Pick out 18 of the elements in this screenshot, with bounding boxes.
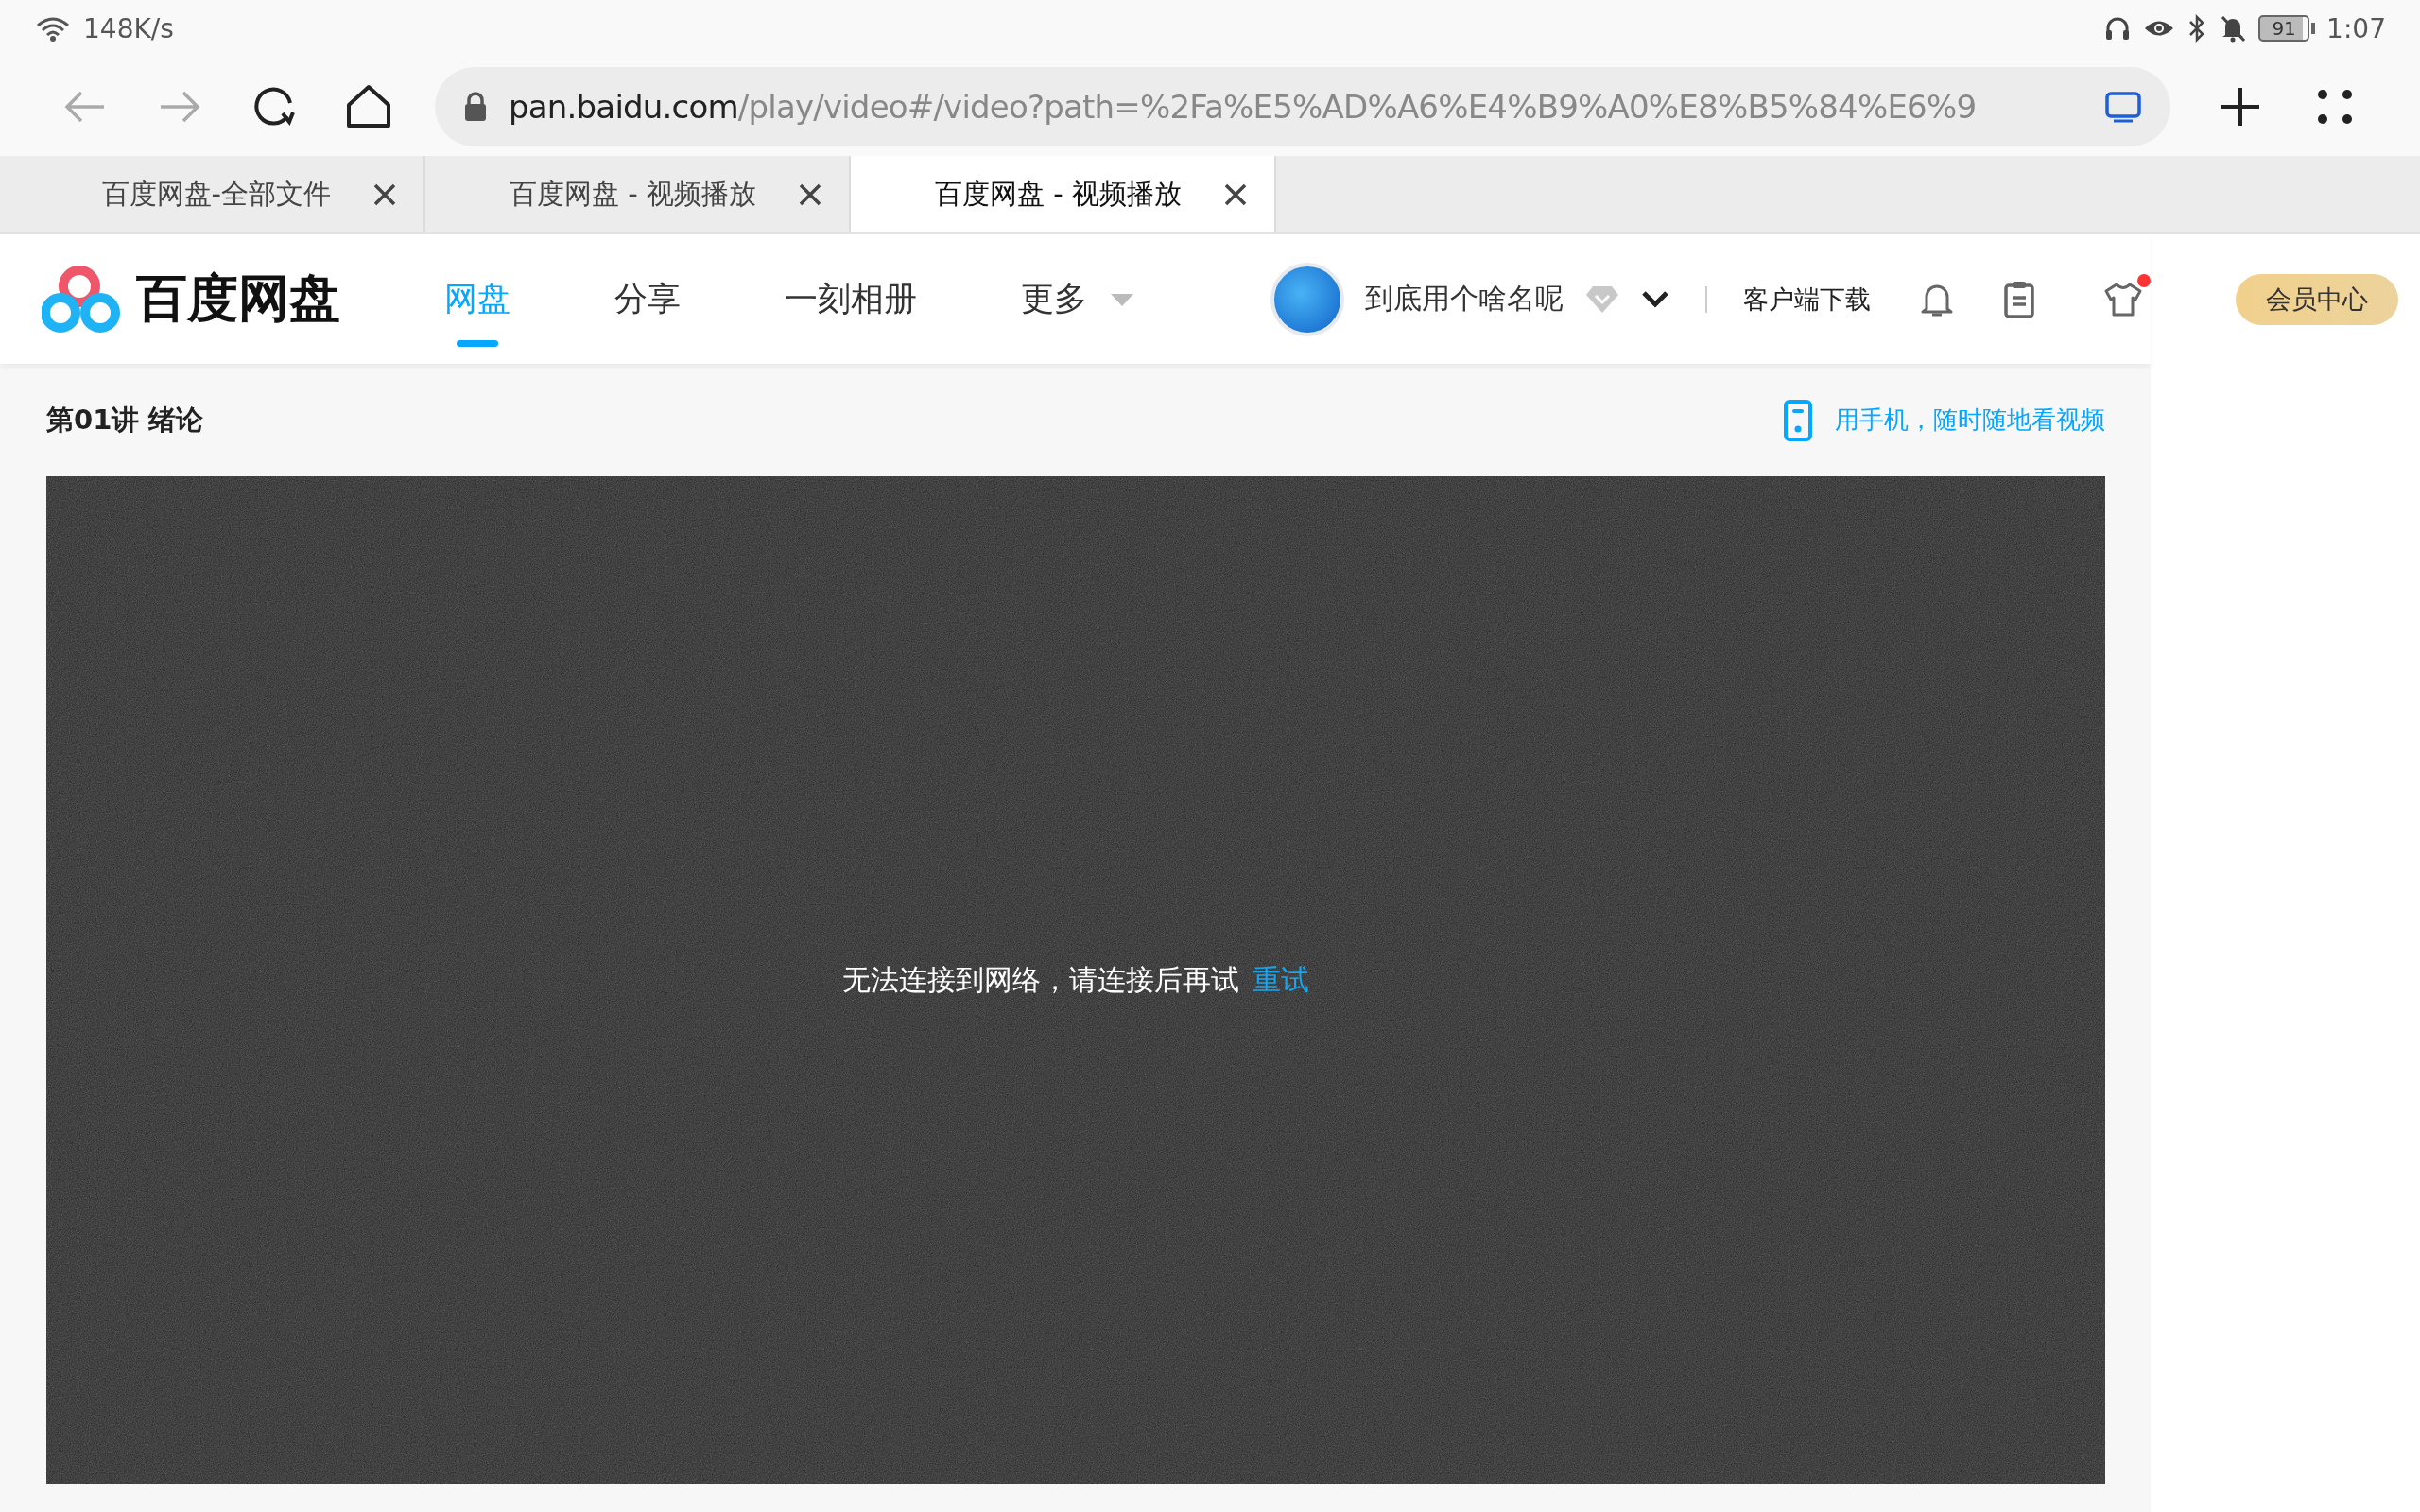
retry-link[interactable]: 重试 <box>1253 960 1309 1000</box>
browser-tab[interactable]: 百度网盘 - 视频播放 <box>851 156 1276 232</box>
battery-level: 91 <box>2258 15 2310 42</box>
network-speed: 148K/s <box>83 12 174 44</box>
clock: 1:07 <box>2326 12 2386 44</box>
vip-center-button[interactable]: 会员中心 <box>2236 274 2398 325</box>
url-path: /play/video#/video?path=%2Fa%E5%AD%A6%E4%B9%A0%E8%B5%84%E6%9 <box>737 87 1977 126</box>
user-name[interactable]: 到底用个啥名呢 <box>1365 280 1564 318</box>
video-player[interactable]: 无法连接到网络，请连接后再试 重试 <box>46 476 2105 1484</box>
nav-tab[interactable]: 一刻相册 <box>785 234 917 364</box>
nav-tab[interactable]: 更多 <box>1021 234 1134 364</box>
video-title: 第01讲 绪论 <box>46 402 204 438</box>
download-link[interactable]: 客户端下载 <box>1743 282 1871 317</box>
address-bar[interactable]: pan.baidu.com/play/video#/video?path=%2Fa%E5%AD%A6%E4%B9%A0%E8%B5%84%E6%9 <box>435 66 2170 146</box>
logo-text: 百度网盘 <box>136 267 340 330</box>
url-host: pan.baidu.com <box>509 87 738 126</box>
error-message: 无法连接到网络，请连接后再试 <box>842 961 1239 998</box>
nav-tab[interactable]: 分享 <box>614 234 681 364</box>
